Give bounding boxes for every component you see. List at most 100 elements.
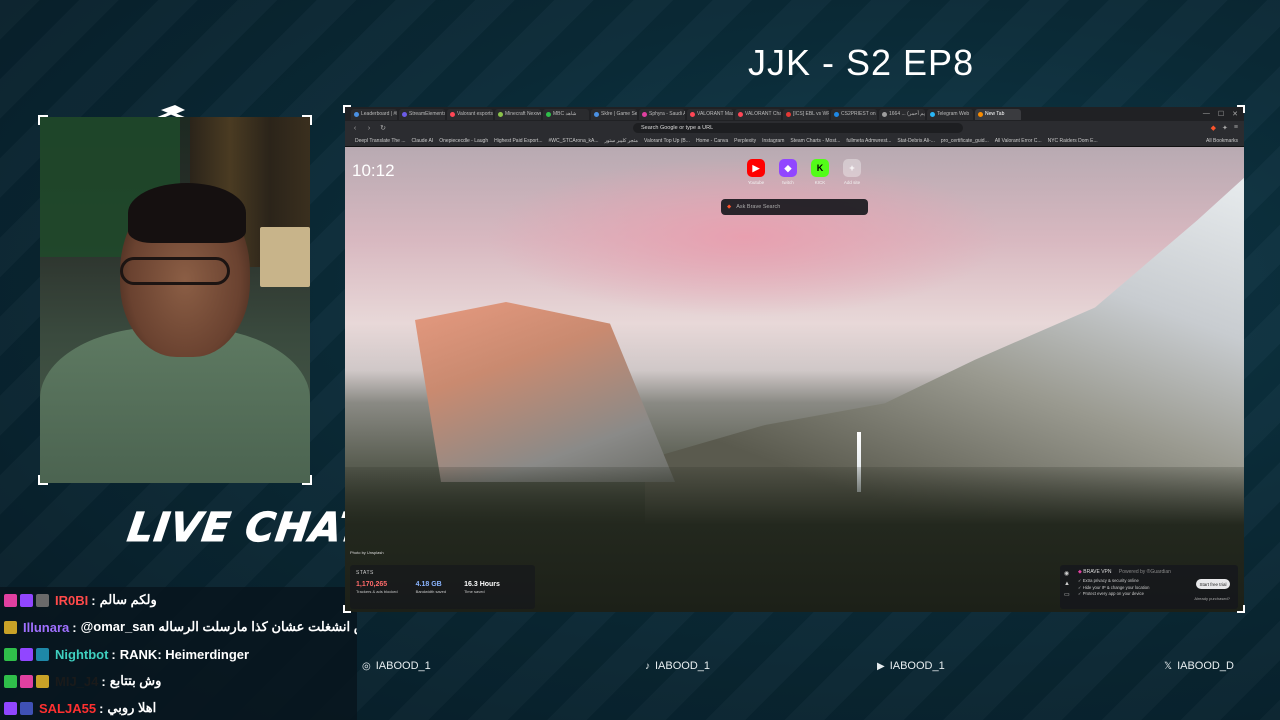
browser-tab[interactable]: Telegram Web [927,108,973,120]
webcam-corner [38,475,48,485]
maximize-icon[interactable]: ☐ [1218,110,1224,118]
menu-icon[interactable]: ≡ [1234,124,1238,132]
bookmark-item[interactable]: All Valorant Error C... [995,138,1042,144]
twitch-icon: ◆ [779,159,797,177]
tab-label: StreamElements | The [409,111,445,117]
cards-tab-icon[interactable]: ▭ [1064,591,1074,598]
tab-label: VALORANT Masters [697,111,733,117]
bookmark-item[interactable]: Home - Canva [696,138,728,144]
extensions-icon[interactable]: ✦ [1222,124,1228,132]
photo-credit[interactable]: Photo by Unsplash [350,550,384,555]
tab-favicon-icon [354,111,359,117]
chat-badge-icon [4,647,17,661]
bookmark-item[interactable]: Stat-Debris Ali-... [897,138,935,144]
browser-tab[interactable]: Sphyra - Saudi Arabia [639,108,685,120]
social-handle: IABOOD_1 [889,660,945,672]
top-site-label: Add site [843,180,861,185]
tab-label: Telegram Web [937,111,970,117]
bookmark-item[interactable]: Onepiececdle - Laugh [439,138,488,144]
social-handle: IABOOD_1 [655,660,711,672]
clock: 10:12 [352,161,395,180]
bookmark-item[interactable]: Deepl Translate The ... [355,138,406,144]
bookmark-item[interactable]: pro_certificate_guid... [941,138,989,144]
browser-tab[interactable]: CS2PRIEST on Steam [831,108,877,120]
chat-username[interactable]: MIJ_J4 [55,674,98,689]
bookmark-item[interactable]: Valorant Top Up (B... [644,138,690,144]
top-site-youtube[interactable]: ▶ Youtube [745,159,767,185]
browser-tab[interactable]: Leaderboard | #Blasts [351,108,397,120]
live-chat-label: LIVE CHAT [124,505,371,552]
new-tab-page: 10:12 ▶ Youtube ◆ twitch K KICK + Add site ◆ As… [345,147,1244,612]
stream-title: JJK - S2 EP8 [748,42,975,83]
top-site-twitch[interactable]: ◆ twitch [777,159,799,185]
forward-icon[interactable]: › [365,125,373,132]
brave-search-input[interactable]: ◆ Ask Brave Search [721,199,868,215]
stat-value: 1,170,265 [356,581,388,588]
chat-message: Nightbot: RANK: Heimerdinger [0,641,357,668]
webcam-corner [302,115,312,125]
stat-label: Time saved [464,589,485,594]
bookmark-item[interactable]: NYC Raiders Dom E... [1048,138,1098,144]
top-site-label: KICK [814,180,826,185]
chat-username[interactable]: SALJA55 [39,701,96,716]
chat-message: SALJA55: اهلا روبي [0,695,357,720]
browser-corner [343,105,351,113]
vpn-subtitle: Powered by ®Guardian [1118,569,1171,575]
reload-icon[interactable]: ↻ [379,124,387,132]
chat-badge-icon [4,620,17,634]
chat-text: @omar_san ت بس انشغلت عشان كذا مارسلت ال… [80,619,357,635]
chat-message: IR0BI: ولكم سالم [0,587,357,614]
chat-text: ولكم سالم [99,592,157,608]
tab-label: New Tab [985,111,1005,117]
bookmark-item[interactable]: Instagram [762,138,784,144]
bookmark-item[interactable]: fullmeta Admwrest... [846,138,891,144]
vpn-title: ◆ BRAVE VPN Powered by ®Guardian [1078,569,1171,575]
browser-tab[interactable]: [ICS] EBL vs WRC [783,108,829,120]
top-site-kick[interactable]: K KICK [809,159,831,185]
chat-username[interactable]: IR0BI [55,593,88,608]
browser-tab[interactable]: New Tab [975,108,1021,120]
address-bar[interactable]: Search Google or type a URL [633,123,963,133]
social-handle: IABOOD_1 [375,660,431,672]
bookmark-item[interactable]: Highest Paid Esport... [494,138,542,144]
all-bookmarks-button[interactable]: All Bookmarks [1206,138,1244,144]
top-site-label: twitch [782,180,794,185]
bookmark-item[interactable]: Perplexity [734,138,756,144]
tab-favicon-icon [546,111,551,117]
browser-tab[interactable]: 1664 ... (تقويم أحمر) [879,108,925,120]
back-icon[interactable]: ‹ [351,125,359,132]
bookmark-item[interactable]: Steam Charts - Most... [790,138,840,144]
bookmark-item[interactable]: متجر كليبر ستور [605,138,638,144]
stat-label: Trackers & ads blocked [356,589,398,594]
browser-tab[interactable]: VALORANT Challengers [735,108,781,120]
bookmark-item[interactable]: Claude AI [412,138,434,144]
vpn-tab-icon[interactable]: ◉ [1064,570,1074,577]
minimize-icon[interactable]: — [1203,110,1210,118]
chat-badge-icon [4,701,17,715]
rewards-tab-icon[interactable]: ▲ [1064,581,1074,587]
chat-message: Illunara:@omar_san ت بس انشغلت عشان كذا … [0,614,357,641]
browser-tab[interactable]: StreamElements | The [399,108,445,120]
stat-item: 1,170,265 Trackers & ads blocked [356,581,398,594]
bookmark-item[interactable]: #WC_STCArona_kA... [548,138,598,144]
brave-shields-icon[interactable]: ◆ [1211,124,1216,132]
chat-badge-icon [20,593,33,607]
background-shelf [260,227,310,287]
webcam-feed [40,117,310,483]
already-purchased-link[interactable]: Already purchased? [1194,596,1230,601]
chat-list: IR0BI:ولكم سالمIllunara:@omar_san ت بس ا… [0,587,357,720]
chat-username[interactable]: Illunara [23,620,69,635]
browser-tab[interactable]: Sklre | Game Servers [591,108,637,120]
browser-tab[interactable]: Minecraft Nexweekly [495,108,541,120]
chat-separator: : [99,700,104,716]
start-free-trial-button[interactable]: Start free trial [1196,579,1230,589]
browser-tab[interactable]: VALORANT Masters [687,108,733,120]
browser-corner [1237,605,1245,613]
browser-tab[interactable]: MBC شاهد [543,108,589,120]
browser-toolbar: ‹ › ↻ Search Google or type a URL ◆ ✦ ≡ [345,121,1244,135]
tab-label: CS2PRIEST on Steam [841,111,877,117]
top-site-add-site[interactable]: + Add site [841,159,863,185]
browser-tab[interactable]: Valorant esports schedule [447,108,493,120]
chat-username[interactable]: Nightbot [55,647,108,662]
browser-corner [343,605,351,613]
